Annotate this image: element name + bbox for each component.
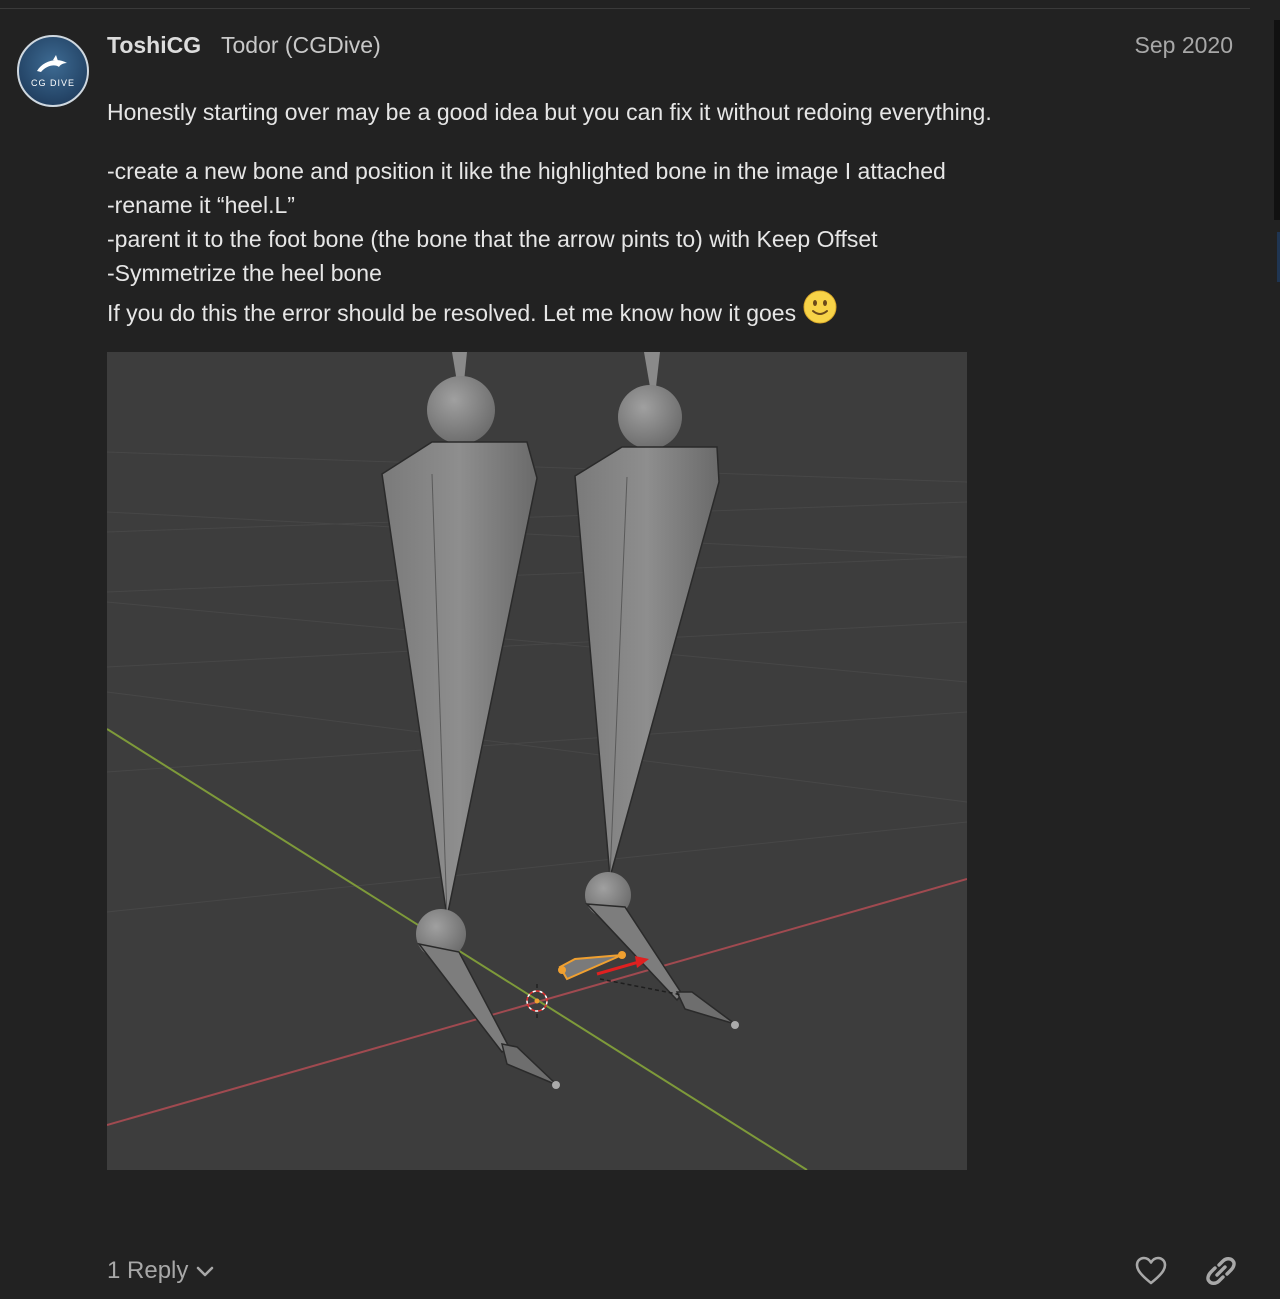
top-divider — [0, 8, 1250, 9]
link-icon — [1206, 1257, 1236, 1285]
post-intro: Honestly starting over may be a good ide… — [107, 99, 992, 125]
blender-viewport-screenshot[interactable] — [107, 352, 967, 1170]
post-username[interactable]: ToshiCG — [107, 32, 201, 59]
step-parent-bone: -parent it to the foot bone (the bone th… — [107, 226, 878, 252]
viewport-background — [107, 352, 967, 1170]
dolphin-icon — [37, 54, 67, 72]
post-body: Honestly starting over may be a good ide… — [107, 96, 1227, 336]
chevron-down-icon — [196, 1257, 214, 1285]
scroll-edge — [1274, 20, 1280, 220]
post-closing: If you do this the error should be resol… — [107, 290, 1227, 336]
post-full-name: Todor (CGDive) — [221, 32, 381, 58]
share-link-button[interactable] — [1203, 1253, 1239, 1289]
step-symmetrize-bone: -Symmetrize the heel bone — [107, 260, 382, 286]
like-button[interactable] — [1133, 1253, 1169, 1289]
step-rename-bone: -rename it “heel.L” — [107, 192, 295, 218]
post-date[interactable]: Sep 2020 — [1135, 32, 1233, 59]
replies-label: 1 Reply — [107, 1257, 189, 1284]
heart-icon — [1135, 1256, 1167, 1285]
step-create-bone: -create a new bone and position it like … — [107, 158, 946, 184]
avatar-logo-text: CG DIVE — [30, 77, 75, 88]
post-closing-text: If you do this the error should be resol… — [107, 300, 797, 326]
avatar[interactable]: CG DIVE — [17, 35, 89, 107]
slightly-smiling-face-icon — [803, 290, 837, 336]
replies-toggle-button[interactable]: 1 Reply — [107, 1252, 214, 1290]
